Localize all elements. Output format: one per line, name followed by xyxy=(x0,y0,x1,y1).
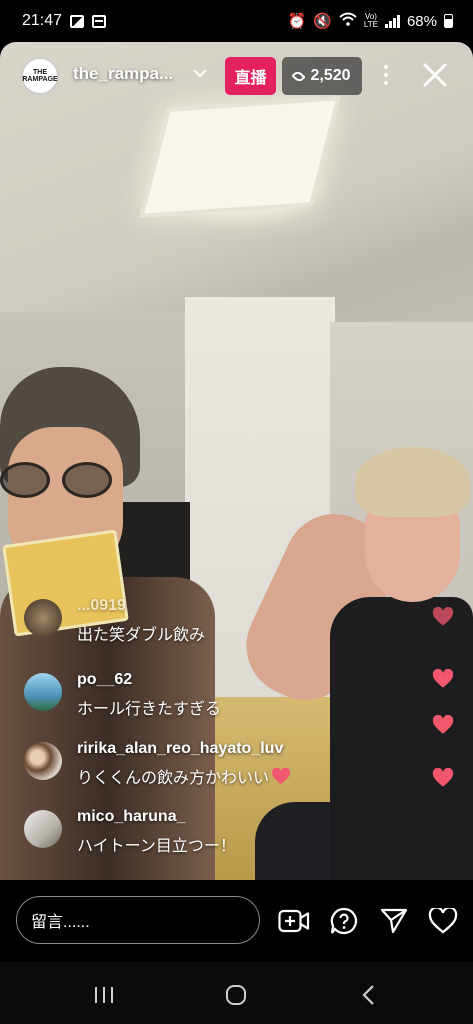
comment-text: ハイトーン目立つー！ xyxy=(77,838,236,855)
wifi-icon xyxy=(339,12,357,30)
mute-icon: 🔇 xyxy=(313,13,332,30)
comment-text: ホール行きたすぎる xyxy=(77,701,222,718)
status-time: 21:47 xyxy=(22,12,63,29)
volte-icon: Vo) LTE xyxy=(363,12,378,29)
commenter-avatar[interactable] xyxy=(24,742,62,780)
commenter-username[interactable]: ...0919 xyxy=(77,597,205,615)
commenter-username[interactable]: ririka_alan_reo_hayato_luv xyxy=(77,740,291,758)
signal-icon xyxy=(384,14,400,28)
floating-heart-icon xyxy=(432,669,454,688)
comment-text: りくくんの飲み方かわいい xyxy=(77,770,270,787)
battery-icon xyxy=(444,14,453,28)
share-send-icon[interactable] xyxy=(378,905,410,937)
live-header: THE RAMPAGE the_rampa... 直播 2,520 xyxy=(0,42,473,108)
commenter-avatar[interactable] xyxy=(24,673,62,711)
comment-item: ...0919 出た笑ダブル飲み xyxy=(24,597,205,645)
live-bottom-bar: 留言...... xyxy=(0,880,473,962)
heart-emoji-icon xyxy=(272,767,290,785)
recent-apps-icon[interactable] xyxy=(84,980,124,1010)
add-video-guest-icon[interactable] xyxy=(278,905,310,937)
live-badge: 直播 xyxy=(225,57,276,95)
viewer-count-badge[interactable]: 2,520 xyxy=(282,57,362,95)
host-avatar[interactable]: THE RAMPAGE xyxy=(21,57,59,95)
system-nav-bar xyxy=(0,962,473,1024)
app-notification-icon xyxy=(92,14,107,28)
commenter-avatar[interactable] xyxy=(24,599,62,637)
status-bar: 21:47 ⏰ 🔇 Vo) LTE 68% xyxy=(0,0,473,42)
commenter-avatar[interactable] xyxy=(24,810,62,848)
eye-icon xyxy=(291,68,307,84)
battery-percent: 68% xyxy=(406,12,437,30)
floating-heart-icon xyxy=(432,768,454,787)
close-icon[interactable] xyxy=(422,62,448,88)
gallery-notification-icon xyxy=(70,14,85,28)
like-heart-icon[interactable] xyxy=(427,905,459,937)
commenter-username[interactable]: po__62 xyxy=(77,671,221,689)
floating-heart-icon xyxy=(432,715,454,734)
commenter-username[interactable]: mico_haruna_ xyxy=(77,808,236,826)
more-options-icon[interactable] xyxy=(382,62,390,88)
comment-item: ririka_alan_reo_hayato_luv りくくんの飲み方かわいい xyxy=(24,740,291,788)
comment-item: mico_haruna_ ハイトーン目立つー！ xyxy=(24,808,236,856)
home-icon[interactable] xyxy=(216,980,256,1010)
comment-text: 出た笑ダブル飲み xyxy=(77,627,206,644)
alarm-icon: ⏰ xyxy=(287,13,307,30)
viewer-count: 2,520 xyxy=(310,67,351,84)
comment-item: po__62 ホール行きたすぎる xyxy=(24,671,221,719)
comment-input-placeholder: 留言...... xyxy=(31,914,90,931)
back-icon[interactable] xyxy=(348,980,388,1010)
comment-input[interactable]: 留言...... xyxy=(16,896,260,944)
host-username[interactable]: the_rampa... xyxy=(73,64,173,84)
chevron-down-icon[interactable] xyxy=(192,65,208,81)
question-icon[interactable] xyxy=(328,905,360,937)
floating-heart-icon xyxy=(432,607,454,626)
